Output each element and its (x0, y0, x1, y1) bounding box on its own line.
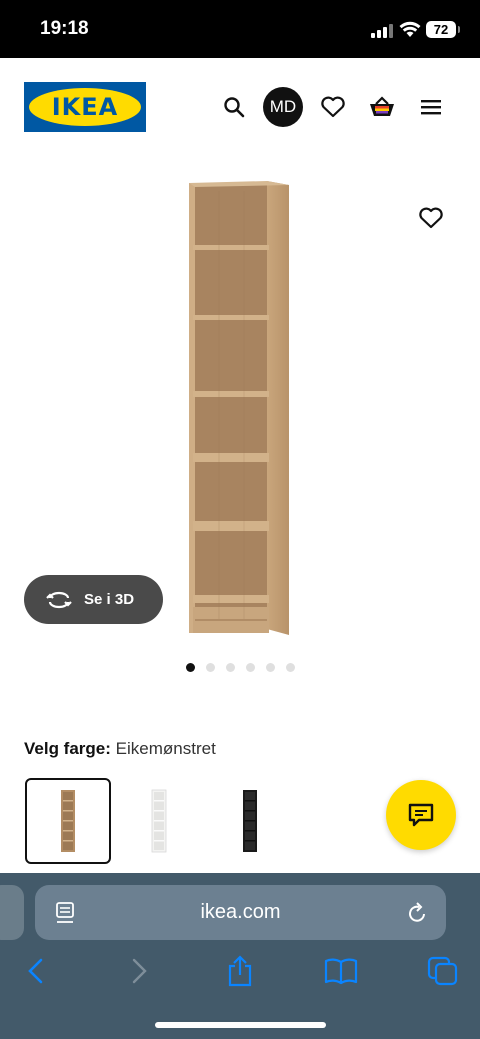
wifi-icon (399, 21, 421, 37)
address-bar[interactable]: ikea.com (35, 885, 446, 940)
view-3d-label: Se i 3D (84, 591, 135, 608)
pagination-dot[interactable] (206, 663, 215, 672)
white-bookcase-thumbnail (151, 789, 167, 853)
url-text: ikea.com (200, 901, 281, 923)
selected-color: Eikemønstret (115, 739, 216, 758)
browser-toolbar: ikea.com (0, 873, 480, 1039)
color-picker-heading: Velg farge: Eikemønstret (24, 739, 216, 759)
heart-icon (419, 207, 443, 229)
color-swatch-white[interactable] (116, 778, 202, 864)
pagination-dot[interactable] (186, 663, 195, 672)
ikea-logo[interactable]: IKEA (24, 82, 146, 132)
chat-button[interactable] (386, 780, 456, 850)
black-bookcase-thumbnail (243, 790, 257, 852)
status-bar: 19:18 72 (0, 0, 480, 58)
battery-indicator: 72 (426, 21, 460, 38)
previous-tab-preview[interactable] (0, 885, 24, 940)
color-swatch-oak[interactable] (25, 778, 111, 864)
tabs-icon[interactable] (425, 953, 461, 989)
home-indicator (155, 1022, 326, 1028)
menu-icon[interactable] (418, 88, 444, 126)
logo-text: IKEA (51, 93, 119, 121)
view-3d-button[interactable]: Se i 3D (24, 575, 163, 624)
cellular-signal-icon (371, 24, 393, 38)
pagination-dot[interactable] (246, 663, 255, 672)
page: 19:18 72 IKEA MD Se i 3D Velg farge: Eik… (0, 0, 480, 1039)
bookcase-image (189, 181, 289, 635)
color-swatch-black[interactable] (207, 778, 293, 864)
basket-icon[interactable] (366, 88, 398, 126)
add-to-favorites-button[interactable] (414, 201, 448, 235)
reload-icon[interactable] (407, 901, 429, 925)
search-icon[interactable] (220, 88, 248, 126)
pagination-dot[interactable] (286, 663, 295, 672)
pagination-dot[interactable] (226, 663, 235, 672)
bookmarks-icon[interactable] (323, 953, 359, 989)
image-pagination (186, 663, 295, 672)
heart-icon[interactable] (318, 88, 348, 126)
rotate-3d-icon (46, 591, 72, 608)
pagination-dot[interactable] (266, 663, 275, 672)
forward-icon[interactable] (121, 953, 157, 989)
share-icon[interactable] (222, 953, 258, 989)
avatar[interactable]: MD (263, 87, 303, 127)
back-icon[interactable] (18, 953, 54, 989)
chat-bubble-icon (408, 803, 434, 827)
oak-bookcase-thumbnail (61, 790, 75, 852)
status-time: 19:18 (40, 18, 89, 39)
color-label: Velg farge: (24, 739, 111, 758)
